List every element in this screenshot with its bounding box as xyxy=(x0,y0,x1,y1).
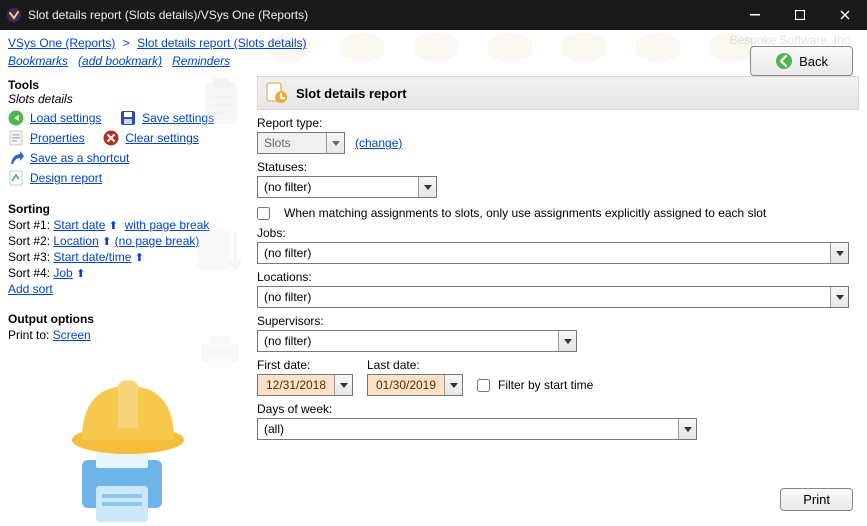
sort2-prefix: Sort #2: xyxy=(8,234,50,248)
sort4-field[interactable]: Job xyxy=(53,266,72,280)
reminders-link[interactable]: Reminders xyxy=(172,54,230,68)
add-bookmark-link[interactable]: (add bookmark) xyxy=(78,54,162,68)
sort3-prefix: Sort #3: xyxy=(8,250,50,264)
breadcrumb-root[interactable]: VSys One (Reports) xyxy=(8,36,115,50)
chevron-down-icon[interactable] xyxy=(830,287,848,307)
dow-value: (all) xyxy=(258,422,678,436)
print-button[interactable]: Print xyxy=(780,488,853,511)
filter-start-checkbox[interactable] xyxy=(477,379,490,392)
filter-start-label: Filter by start time xyxy=(498,378,593,392)
chevron-down-icon[interactable] xyxy=(418,177,436,197)
properties-icon xyxy=(8,130,24,146)
app-icon xyxy=(6,7,22,23)
sort1-field[interactable]: Start date xyxy=(53,218,105,232)
report-title: Slot details report xyxy=(296,86,407,101)
sort3-dir-icon[interactable]: ⬆ xyxy=(135,252,144,264)
sort3-field[interactable]: Start date/time xyxy=(53,250,131,264)
shortcut-icon xyxy=(8,150,24,166)
back-label: Back xyxy=(799,54,828,69)
back-icon xyxy=(775,52,793,70)
sort2-field[interactable]: Location xyxy=(53,234,98,248)
window-title: Slot details report (Slots details)/VSys… xyxy=(28,8,732,22)
locations-label: Locations: xyxy=(257,270,859,284)
print-label: Print xyxy=(803,492,830,507)
load-icon xyxy=(8,110,24,126)
sort2-pagebreak[interactable]: (no page break) xyxy=(115,234,200,248)
locations-select[interactable]: (no filter) xyxy=(257,286,849,308)
minimize-button[interactable] xyxy=(732,0,777,30)
dow-label: Days of week: xyxy=(257,402,859,416)
printer-watermark-icon xyxy=(197,332,243,372)
clear-icon xyxy=(103,130,119,146)
hardhat-printer-icon xyxy=(58,376,188,526)
back-button[interactable]: Back xyxy=(750,46,853,76)
report-header-icon xyxy=(264,81,288,105)
chevron-down-icon[interactable] xyxy=(558,331,576,351)
last-date-value: 01/30/2019 xyxy=(368,378,444,392)
sort1-prefix: Sort #1: xyxy=(8,218,50,232)
report-type-value: Slots xyxy=(258,136,326,150)
bookmarks-link[interactable]: Bookmarks xyxy=(8,54,68,68)
properties-link[interactable]: Properties xyxy=(30,131,85,145)
maximize-button[interactable] xyxy=(777,0,822,30)
save-shortcut-link[interactable]: Save as a shortcut xyxy=(30,151,129,165)
first-date-picker[interactable]: 12/31/2018 xyxy=(257,374,353,396)
sort4-prefix: Sort #4: xyxy=(8,266,50,280)
supervisors-value: (no filter) xyxy=(258,334,558,348)
sort1-dir-icon[interactable]: ⬆ xyxy=(109,220,118,232)
jobs-value: (no filter) xyxy=(258,246,830,260)
sorting-header: Sorting xyxy=(8,202,243,216)
breadcrumb-current[interactable]: Slot details report (Slots details) xyxy=(137,36,306,50)
first-date-label: First date: xyxy=(257,358,353,372)
breadcrumb-sep: > xyxy=(123,36,130,50)
chevron-down-icon[interactable] xyxy=(334,375,352,395)
clipboard-watermark-icon xyxy=(199,76,243,128)
sorting-watermark-icon xyxy=(197,226,243,274)
statuses-value: (no filter) xyxy=(258,180,418,194)
supervisors-label: Supervisors: xyxy=(257,314,859,328)
sort2-dir-icon[interactable]: ⬆ xyxy=(102,236,111,248)
bookmarks-bar: Bookmarks (add bookmark) Reminders xyxy=(8,54,859,74)
save-icon xyxy=(120,110,136,126)
design-icon xyxy=(8,170,24,186)
output-header: Output options xyxy=(8,312,243,326)
chevron-down-icon[interactable] xyxy=(830,243,848,263)
statuses-select[interactable]: (no filter) xyxy=(257,176,437,198)
report-type-select: Slots xyxy=(257,132,345,154)
load-settings-link[interactable]: Load settings xyxy=(30,111,101,125)
match-assignments-checkbox[interactable] xyxy=(257,207,270,220)
sort4-dir-icon[interactable]: ⬆ xyxy=(76,268,85,280)
dow-select[interactable]: (all) xyxy=(257,418,697,440)
chevron-down-icon[interactable] xyxy=(444,375,462,395)
change-type-link[interactable]: (change) xyxy=(355,136,402,150)
clear-settings-link[interactable]: Clear settings xyxy=(125,131,198,145)
last-date-picker[interactable]: 01/30/2019 xyxy=(367,374,463,396)
locations-value: (no filter) xyxy=(258,290,830,304)
breadcrumb: VSys One (Reports) > Slot details report… xyxy=(8,34,859,54)
close-button[interactable] xyxy=(822,0,867,30)
chevron-down-icon[interactable] xyxy=(678,419,696,439)
last-date-label: Last date: xyxy=(367,358,463,372)
add-sort-link[interactable]: Add sort xyxy=(8,282,53,296)
title-bar: Slot details report (Slots details)/VSys… xyxy=(0,0,867,30)
first-date-value: 12/31/2018 xyxy=(258,378,334,392)
statuses-label: Statuses: xyxy=(257,160,859,174)
jobs-select[interactable]: (no filter) xyxy=(257,242,849,264)
report-header: Slot details report xyxy=(257,76,859,110)
design-report-link[interactable]: Design report xyxy=(30,171,102,185)
report-type-label: Report type: xyxy=(257,116,859,130)
print-to-label: Print to: xyxy=(8,328,49,342)
chevron-down-icon xyxy=(326,133,344,153)
match-assignments-label: When matching assignments to slots, only… xyxy=(284,206,766,220)
print-to-value[interactable]: Screen xyxy=(53,328,91,342)
supervisors-select[interactable]: (no filter) xyxy=(257,330,577,352)
jobs-label: Jobs: xyxy=(257,226,859,240)
